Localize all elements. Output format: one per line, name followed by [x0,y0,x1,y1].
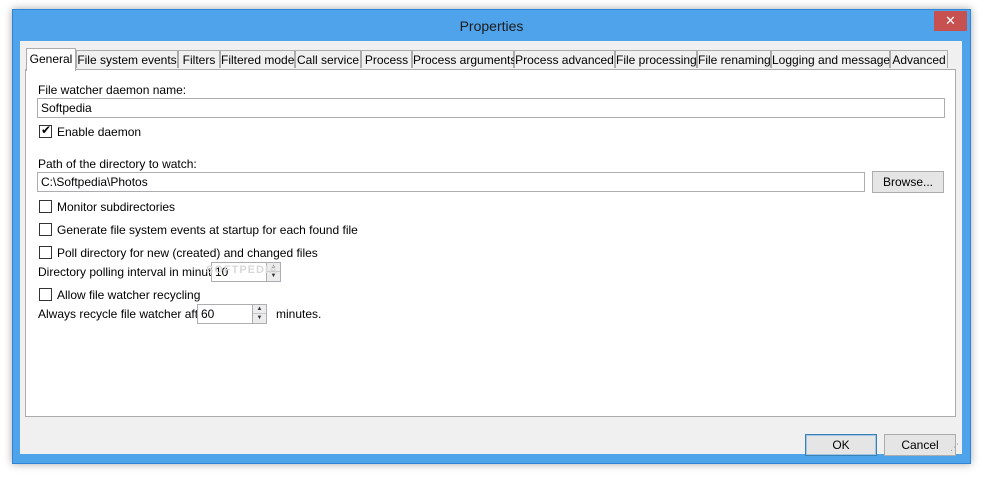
allow-recycling-label: Allow file watcher recycling [57,288,201,302]
tab-file-processing[interactable]: File processing [615,50,697,68]
properties-window: Properties ✕ General File system events … [12,9,971,464]
ok-button[interactable]: OK [805,434,877,456]
path-input[interactable]: C:\Softpedia\Photos [37,172,865,192]
poll-directory-label: Poll directory for new (created) and cha… [57,246,318,260]
tab-general[interactable]: General [26,48,76,71]
allow-recycling-checkbox[interactable] [39,288,52,301]
recycle-after-label: Always recycle file watcher after [38,307,209,321]
recycle-after-spin-buttons: ▲ ▼ [252,305,266,323]
window-title: Properties [459,18,524,34]
cancel-button[interactable]: Cancel [884,434,956,456]
close-button[interactable]: ✕ [934,11,967,31]
minutes-label: minutes. [276,307,322,321]
title-bar[interactable]: Properties ✕ [13,10,970,41]
tab-file-system-events[interactable]: File system events [76,50,178,68]
tab-process-arguments[interactable]: Process arguments [412,50,516,68]
general-tab-panel: File watcher daemon name: Softpedia ✔ En… [25,69,956,417]
generate-events-checkbox[interactable] [39,223,52,236]
tab-file-renaming[interactable]: File renaming [697,50,771,68]
tab-logging-and-messages[interactable]: Logging and messages [771,50,896,68]
poll-directory-checkbox[interactable] [39,246,52,259]
path-label: Path of the directory to watch: [38,157,197,171]
tab-filtered-mode[interactable]: Filtered mode [220,50,295,68]
tab-process-advanced[interactable]: Process advanced [514,50,615,68]
spin-up-icon[interactable]: ▲ [253,305,266,314]
polling-interval-label: Directory polling interval in minutes: [38,265,228,279]
generate-events-label: Generate file system events at startup f… [57,223,358,237]
enable-daemon-checkbox[interactable]: ✔ [39,123,52,138]
recycle-after-value: 60 [201,307,215,321]
tab-advanced[interactable]: Advanced [890,50,948,68]
daemon-name-input[interactable]: Softpedia [37,98,945,118]
recycle-after-stepper[interactable]: 60 ▲ ▼ [197,304,267,324]
dialog-body: General File system events Filters Filte… [20,41,962,456]
spin-down-icon[interactable]: ▼ [253,314,266,323]
daemon-name-label: File watcher daemon name: [38,83,187,97]
tab-filters[interactable]: Filters [178,50,220,68]
close-icon: ✕ [945,13,956,28]
tab-call-service[interactable]: Call service [295,50,361,68]
monitor-subdirectories-label: Monitor subdirectories [57,200,176,214]
browse-button[interactable]: Browse... [872,171,944,193]
checkmark-icon: ✔ [41,123,52,137]
softpedia-watermark: SOFTPEDIA [206,264,278,276]
tab-process[interactable]: Process [361,50,412,68]
enable-daemon-label: Enable daemon [57,125,142,139]
monitor-subdirectories-checkbox[interactable] [39,200,52,213]
resize-grip-icon[interactable]: ⋰ [950,442,960,452]
